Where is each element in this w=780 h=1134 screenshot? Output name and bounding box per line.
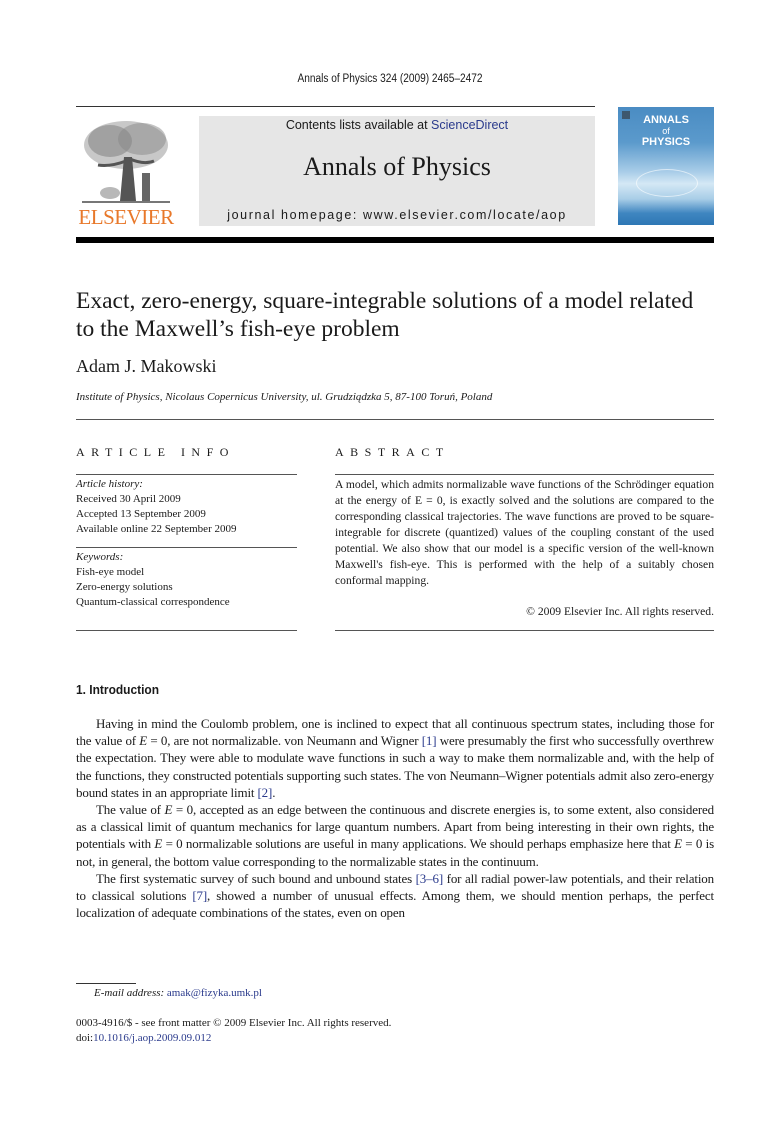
footnote-rule <box>76 983 136 984</box>
running-head: Annals of Physics 324 (2009) 2465–2472 <box>297 73 483 85</box>
paragraph: The value of E = 0, accepted as an edge … <box>76 801 714 870</box>
history-item: Received 30 April 2009 <box>76 493 181 505</box>
text-run: . <box>272 784 276 800</box>
header-thick-rule <box>76 237 714 243</box>
divider <box>76 630 297 631</box>
paragraph: The first systematic survey of such boun… <box>76 870 714 922</box>
text-run: = 0, are not normalizable. von Neumann a… <box>147 733 422 749</box>
history-label: Article history: <box>76 478 143 490</box>
divider <box>76 547 297 548</box>
email-link[interactable]: amak@fizyka.umk.pl <box>167 987 262 999</box>
divider <box>335 474 714 475</box>
doi-line: doi:10.1016/j.aop.2009.09.012 <box>76 1032 211 1044</box>
math-variable: E <box>139 733 148 749</box>
abstract-copyright: © 2009 Elsevier Inc. All rights reserved… <box>526 605 714 618</box>
doi-link[interactable]: 10.1016/j.aop.2009.09.012 <box>93 1032 211 1044</box>
math-variable: E <box>674 836 682 852</box>
citation-link[interactable]: [1] <box>422 733 437 748</box>
citation-link[interactable]: [3–6] <box>416 871 444 886</box>
keywords-label: Keywords: <box>76 551 124 563</box>
math-variable: E <box>154 836 163 852</box>
divider <box>335 630 714 631</box>
email-label: E-mail address: <box>94 987 167 999</box>
contents-prefix: Contents lists available at <box>285 118 432 132</box>
paragraph: Having in mind the Coulomb problem, one … <box>76 715 714 801</box>
history-item: Accepted 13 September 2009 <box>76 508 206 520</box>
citation-link[interactable]: [7] <box>192 888 207 903</box>
text-run: The value of <box>96 802 165 818</box>
cover-title: ANNALS of PHYSICS <box>618 115 714 148</box>
journal-name: Annals of Physics <box>303 152 491 181</box>
contents-line: Contents lists available at ScienceDirec… <box>199 118 595 132</box>
keyword-item: Quantum-classical correspondence <box>76 596 230 608</box>
elsevier-logo[interactable]: ELSEVIER <box>76 115 176 229</box>
elsevier-wordmark: ELSEVIER <box>78 205 174 229</box>
header-rule <box>76 106 595 107</box>
cover-title-line: ANNALS <box>643 114 689 126</box>
article-history: Article history: Received 30 April 2009 … <box>76 477 297 537</box>
article-info-heading: ARTICLE INFO <box>76 445 235 459</box>
keywords: Keywords: Fish-eye model Zero-energy sol… <box>76 550 297 610</box>
history-item: Available online 22 September 2009 <box>76 523 237 535</box>
article-title: Exact, zero-energy, square-integrable so… <box>76 288 694 342</box>
introduction-body: Having in mind the Coulomb problem, one … <box>76 715 714 921</box>
journal-masthead: Contents lists available at ScienceDirec… <box>199 116 595 226</box>
text-run: = 0 normalizable solutions are useful in… <box>162 836 675 852</box>
section-heading-introduction: 1. Introduction <box>76 682 160 697</box>
doi-prefix: doi: <box>76 1032 94 1044</box>
issn-line: 0003-4916/$ - see front matter © 2009 El… <box>76 1017 392 1029</box>
abstract-heading: ABSTRACT <box>335 445 450 459</box>
author-name[interactable]: Adam J. Makowski <box>76 356 217 377</box>
keyword-item: Fish-eye model <box>76 566 145 578</box>
journal-cover-image[interactable]: ANNALS of PHYSICS <box>618 107 714 225</box>
email-footnote: E-mail address: amak@fizyka.umk.pl <box>94 987 262 999</box>
ripple-graphic <box>636 169 698 197</box>
cover-title-line: PHYSICS <box>641 136 691 148</box>
citation-link[interactable]: [2] <box>257 785 272 800</box>
tree-icon <box>82 121 170 203</box>
abstract-text: A model, which admits normalizable wave … <box>335 478 714 587</box>
keyword-item: Zero-energy solutions <box>76 581 173 593</box>
text-run: The first systematic survey of such boun… <box>96 870 416 886</box>
sciencedirect-link[interactable]: ScienceDirect <box>431 118 508 132</box>
author-affiliation: Institute of Physics, Nicolaus Copernicu… <box>76 391 493 403</box>
journal-homepage-link[interactable]: journal homepage: www.elsevier.com/locat… <box>199 208 595 222</box>
section-divider <box>76 419 714 420</box>
divider <box>76 474 297 475</box>
